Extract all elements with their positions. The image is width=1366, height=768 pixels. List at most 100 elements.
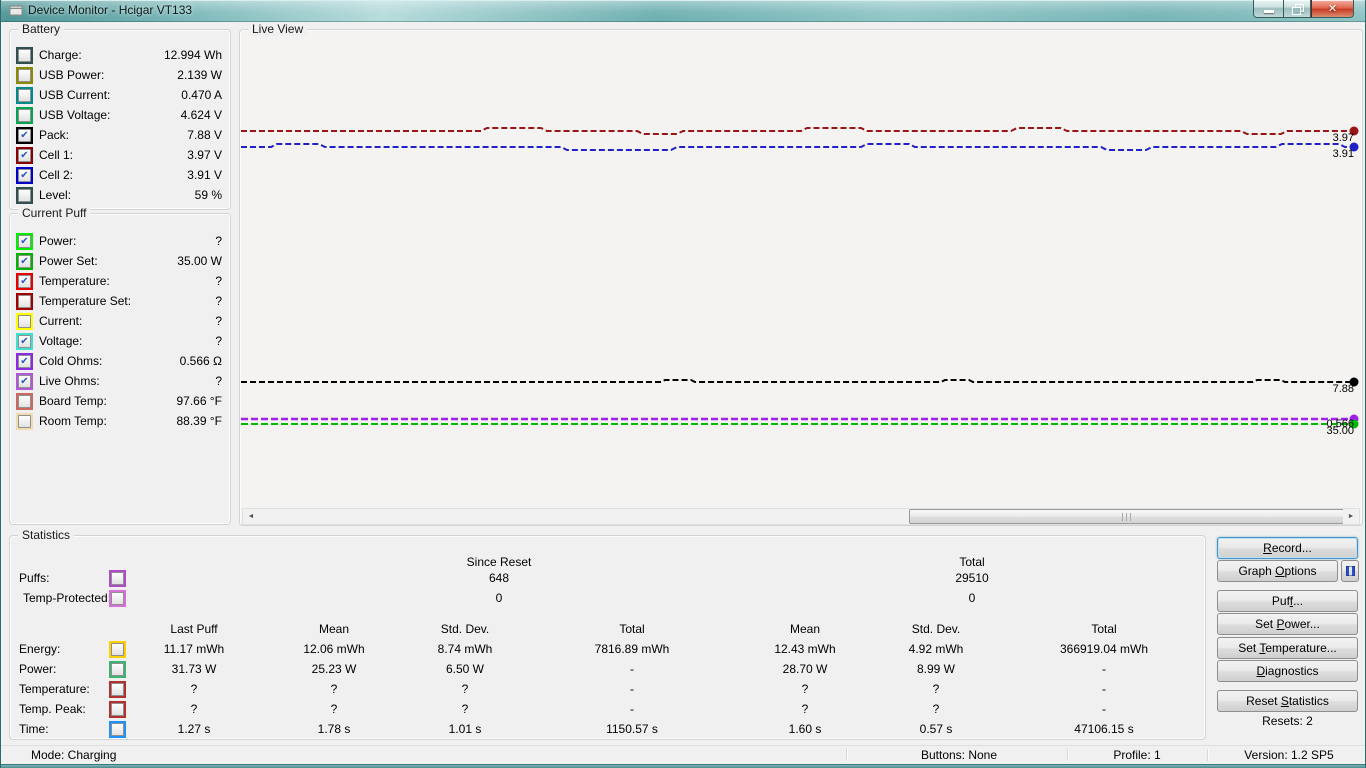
usb-voltage-checkbox[interactable] — [18, 109, 31, 122]
current-puff-row: Power: ? — [16, 232, 222, 250]
battery-row-value: 3.97 V — [187, 148, 222, 162]
temperature-stat-checkbox[interactable] — [111, 683, 124, 696]
stats-row-temperature: Temperature: ? ? ? - ? ? - — [10, 682, 1205, 699]
pack-checkbox[interactable] — [18, 129, 31, 142]
stat-cell: 11.17 mWh — [164, 642, 224, 656]
cell2-value-label: 3.91 — [1290, 148, 1354, 160]
button-mnemonic: P — [1276, 617, 1284, 631]
current-checkbox[interactable] — [18, 315, 31, 328]
current-puff-row-value: ? — [215, 374, 222, 388]
series-color-swatch — [16, 313, 33, 330]
series-color-swatch — [109, 641, 126, 658]
battery-row-label: Cell 1: — [39, 148, 73, 162]
reset-statistics-button[interactable]: Reset Statistics — [1217, 690, 1358, 712]
power-stat-checkbox[interactable] — [111, 663, 124, 676]
current-puff-row-label: Current: — [39, 314, 82, 328]
stat-cell: ? — [933, 702, 940, 716]
battery-row-value: 3.91 V — [187, 168, 222, 182]
voltage-checkbox[interactable] — [18, 335, 31, 348]
pause-button[interactable] — [1341, 560, 1359, 582]
temperature-checkbox[interactable] — [18, 275, 31, 288]
current-puff-row-value: 0.566 Ω — [180, 354, 222, 368]
stat-cell: ? — [802, 702, 809, 716]
button-label: Set — [1255, 617, 1276, 631]
window-title: Device Monitor - Hcigar VT133 — [28, 3, 192, 17]
live-ohms-checkbox[interactable] — [18, 375, 31, 388]
battery-row-value: 4.624 V — [181, 108, 222, 122]
stats-table-header-row: Last Puff Mean Std. Dev. Total Mean Std.… — [10, 622, 1205, 639]
restore-button[interactable] — [1283, 0, 1311, 18]
current-puff-row-label: Board Temp: — [39, 394, 107, 408]
record-button[interactable]: Record... — [1217, 537, 1358, 559]
power-checkbox[interactable] — [18, 235, 31, 248]
scrollbar-thumb[interactable] — [909, 509, 1344, 524]
puff-button[interactable]: Puff... — [1217, 590, 1358, 612]
temperature-set-checkbox[interactable] — [18, 295, 31, 308]
temp-protected-checkbox[interactable] — [111, 592, 124, 605]
live-view-group-title: Live View — [248, 22, 307, 36]
puffs-checkbox[interactable] — [111, 572, 124, 585]
button-mnemonic: R — [1263, 541, 1272, 555]
live-chart — [241, 40, 1361, 502]
status-version: Version: 1.2 SP5 — [1244, 748, 1333, 762]
stat-cell: 12.43 mWh — [774, 642, 835, 656]
temp-peak-checkbox[interactable] — [111, 703, 124, 716]
scroll-left-button[interactable]: ◄ — [243, 509, 259, 524]
cell2-checkbox[interactable] — [18, 169, 31, 182]
set-power-button[interactable]: Set Power... — [1217, 613, 1358, 635]
title-bar[interactable]: Device Monitor - Hcigar VT133 ✕ — [1, 0, 1366, 22]
cell1-checkbox[interactable] — [18, 149, 31, 162]
stat-cell: - — [1102, 662, 1106, 676]
series-color-swatch — [16, 393, 33, 410]
series-color-swatch — [16, 373, 33, 390]
stat-row-label: Power: — [19, 662, 56, 676]
series-color-swatch — [16, 107, 33, 124]
window-caption-buttons: ✕ — [1253, 0, 1354, 18]
button-label: Reset — [1246, 694, 1281, 708]
current-puff-row-label: Power Set: — [39, 254, 98, 268]
series-color-swatch — [109, 570, 126, 587]
status-separator — [1207, 749, 1208, 761]
charge-checkbox[interactable] — [18, 49, 31, 62]
chart-horizontal-scrollbar[interactable]: ◄ ► — [242, 508, 1360, 525]
level-checkbox[interactable] — [18, 189, 31, 202]
series-color-swatch — [16, 273, 33, 290]
puffs-label: Puffs: — [19, 571, 49, 585]
series-color-swatch — [16, 353, 33, 370]
column-header: Std. Dev. — [912, 622, 960, 636]
scroll-right-button[interactable]: ► — [1343, 509, 1359, 524]
series-color-swatch — [16, 187, 33, 204]
cold-ohms-checkbox[interactable] — [18, 355, 31, 368]
diagnostics-button[interactable]: Diagnostics — [1217, 660, 1358, 682]
set-temperature-button[interactable]: Set Temperature... — [1217, 637, 1358, 659]
current-puff-row-label: Room Temp: — [39, 414, 107, 428]
board-temp-checkbox[interactable] — [18, 395, 31, 408]
current-puff-row-value: ? — [215, 294, 222, 308]
button-label: Set — [1238, 641, 1259, 655]
battery-row-label: Level: — [39, 188, 71, 202]
temp-protected-total-value: 0 — [969, 591, 976, 605]
stat-cell: 1.01 s — [449, 722, 482, 736]
series-color-swatch — [16, 127, 33, 144]
stats-row-energy: Energy: 11.17 mWh 12.06 mWh 8.74 mWh 781… — [10, 642, 1205, 659]
column-header: Std. Dev. — [441, 622, 489, 636]
stat-cell: 0.57 s — [920, 722, 953, 736]
usb-power-checkbox[interactable] — [18, 69, 31, 82]
pause-icon — [1346, 566, 1355, 576]
temp-protected-label: Temp-Protected: — [23, 591, 111, 605]
energy-checkbox[interactable] — [111, 643, 124, 656]
room-temp-checkbox[interactable] — [18, 415, 31, 428]
minimize-button[interactable] — [1253, 0, 1283, 18]
graph-options-button[interactable]: Graph Options — [1217, 560, 1338, 582]
close-button[interactable]: ✕ — [1311, 0, 1354, 18]
stat-cell: 1150.57 s — [606, 722, 658, 736]
counter-header-row: Since Reset Total — [10, 555, 1205, 572]
status-separator — [846, 749, 847, 761]
usb-current-checkbox[interactable] — [18, 89, 31, 102]
power-set-checkbox[interactable] — [18, 255, 31, 268]
time-checkbox[interactable] — [111, 723, 124, 736]
close-icon: ✕ — [1328, 1, 1337, 17]
cell2-trace — [241, 144, 1354, 150]
current-puff-row: Board Temp: 97.66 °F — [16, 392, 222, 410]
button-label: ower... — [1285, 617, 1320, 631]
